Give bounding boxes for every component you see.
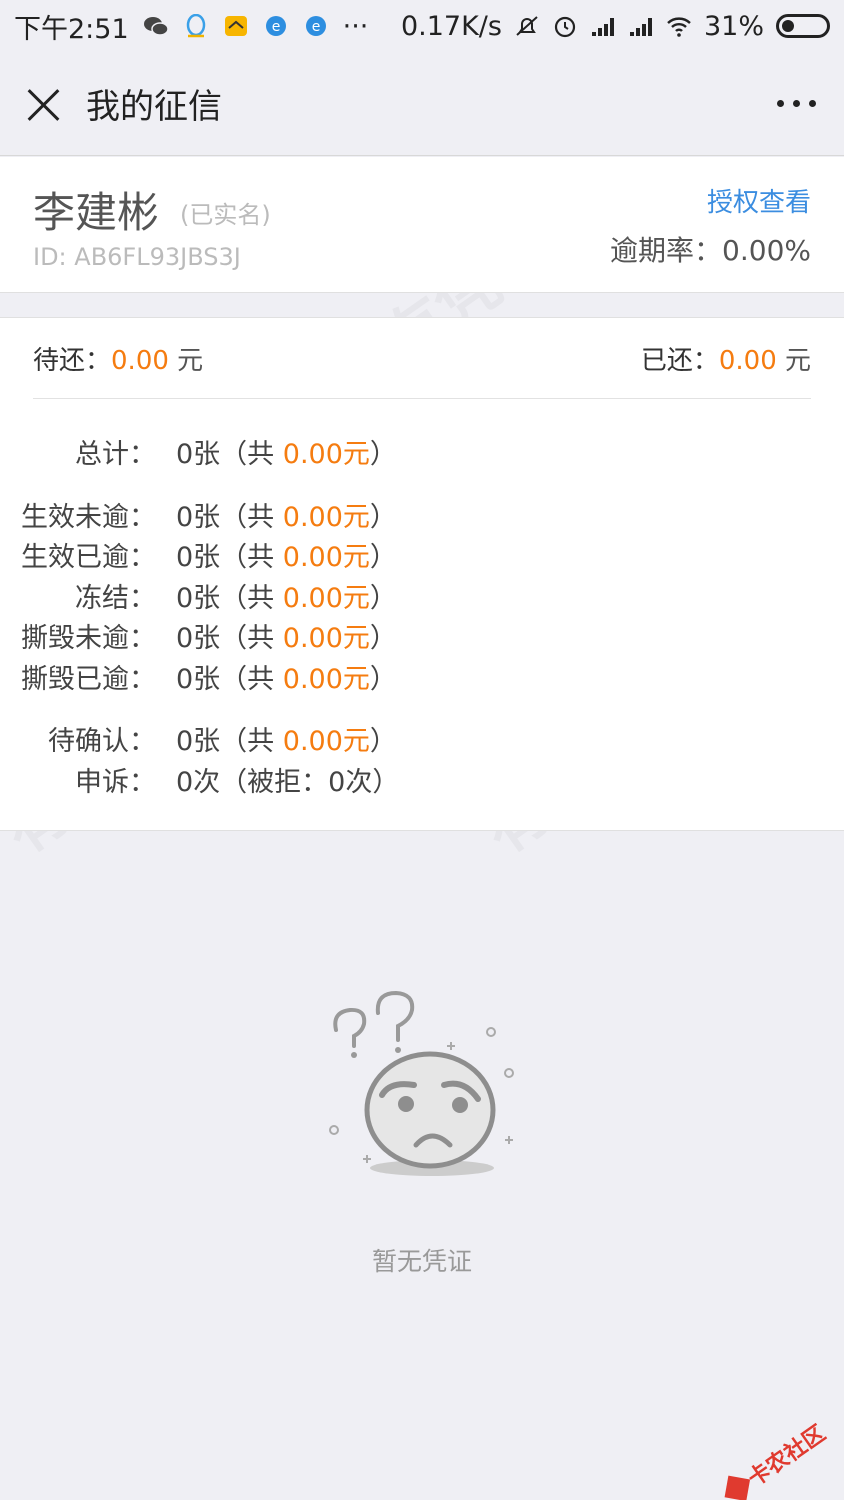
pending-unit: 元 xyxy=(168,346,204,376)
status-bar: 下午2:51 e e ··· 0.17K/s 31% xyxy=(0,0,844,52)
status-time: 下午2:51 xyxy=(14,13,129,45)
stat-label: 总计： xyxy=(75,439,156,470)
svg-text:e: e xyxy=(311,19,320,35)
mute-bell-icon xyxy=(516,16,538,36)
qq-icon xyxy=(186,14,205,38)
notification-icons: e e ··· xyxy=(143,10,369,42)
wifi-icon xyxy=(667,17,691,37)
paid-amount: 已还：0.00 元 xyxy=(641,340,811,377)
stat-row-frozen: 冻结： 0张（共 0.00元） xyxy=(0,576,844,614)
paid-label: 已还： xyxy=(640,346,719,376)
stat-value: 0张（共 0.00元） xyxy=(176,726,397,757)
paid-value: 0.00 xyxy=(718,346,777,376)
dot-icon xyxy=(777,100,784,107)
battery-percent: 31% xyxy=(703,10,764,42)
pending-value: 0.00 xyxy=(111,346,169,376)
signal-icon xyxy=(591,18,614,36)
logo-mark-icon xyxy=(724,1475,751,1500)
stat-label: 冻结： xyxy=(75,583,156,614)
community-logo: 卡农社区 xyxy=(719,1416,831,1500)
credit-summary: 待还：0.00 元 已还：0.00 元 总计： 0张（共 0.00元） 生效未逾… xyxy=(0,317,844,831)
authorize-view-link[interactable]: 授权查看 xyxy=(707,182,811,219)
stat-value: 0张（共 0.00元） xyxy=(176,623,397,654)
overdue-rate-value: 0.00% xyxy=(722,234,811,267)
dot-icon xyxy=(809,100,816,107)
nav-bar: 我的征信 xyxy=(0,52,844,156)
profile-card: 李建彬 (已实名) ID: AB6FL93JBS3J 授权查看 逾期率：0.00… xyxy=(0,157,844,293)
stat-label: 申诉： xyxy=(75,767,156,798)
page-title: 我的征信 xyxy=(86,87,222,127)
stat-label: 撕毁已逾： xyxy=(21,664,156,695)
overdue-rate-label: 逾期率： xyxy=(610,234,723,267)
confused-face-icon xyxy=(329,990,514,1176)
battery-icon xyxy=(776,14,830,38)
overdue-rate: 逾期率：0.00% xyxy=(610,229,811,269)
more-notifications: ··· xyxy=(342,10,369,42)
network-speed: 0.17K/s xyxy=(400,10,502,42)
verified-badge: (已实名) xyxy=(180,201,271,229)
mail-app-icon xyxy=(224,16,247,36)
stat-value: 0张（共 0.00元） xyxy=(176,583,397,614)
divider xyxy=(33,398,811,399)
pending-amount: 待还：0.00 元 xyxy=(33,340,203,377)
pending-label: 待还： xyxy=(33,346,112,376)
stat-label: 待确认： xyxy=(48,726,156,757)
close-button[interactable] xyxy=(24,84,64,124)
browser-icon: e xyxy=(265,16,286,36)
stat-row-torn-not-overdue: 撕毁未逾： 0张（共 0.00元） xyxy=(0,616,844,654)
stat-value: 0次（被拒：0次） xyxy=(176,767,400,798)
stat-value: 0张（共 0.00元） xyxy=(176,439,397,470)
stat-row-appeal: 申诉： 0次（被拒：0次） xyxy=(0,760,844,798)
stat-value: 0张（共 0.00元） xyxy=(176,664,397,695)
stat-row-active-not-overdue: 生效未逾： 0张（共 0.00元） xyxy=(0,495,844,533)
stat-label: 生效已逾： xyxy=(21,542,156,573)
stat-row-total: 总计： 0张（共 0.00元） xyxy=(0,432,844,470)
svg-text:e: e xyxy=(271,19,280,35)
stat-value: 0张（共 0.00元） xyxy=(176,502,397,533)
user-id: ID: AB6FL93JBS3J xyxy=(33,243,241,271)
empty-state-text: 暂无凭证 xyxy=(371,1247,472,1276)
stat-value: 0张（共 0.00元） xyxy=(176,542,397,573)
alarm-icon xyxy=(554,16,576,38)
signal-icon-2 xyxy=(629,18,652,36)
logo-text: 卡农社区 xyxy=(743,1421,831,1493)
stat-row-pending-confirm: 待确认： 0张（共 0.00元） xyxy=(0,719,844,757)
stat-label: 生效未逾： xyxy=(21,502,156,533)
stat-label: 撕毁未逾： xyxy=(21,623,156,654)
browser-icon-2: e xyxy=(305,16,326,36)
more-options-button[interactable] xyxy=(773,92,820,115)
stat-row-torn-overdue: 撕毁已逾： 0张（共 0.00元） xyxy=(0,657,844,695)
dot-icon xyxy=(793,100,800,107)
system-icons: 0.17K/s 31% xyxy=(401,11,830,42)
user-name: 李建彬 xyxy=(33,188,160,237)
wechat-icon xyxy=(143,17,169,36)
paid-unit: 元 xyxy=(776,346,811,376)
stat-row-active-overdue: 生效已逾： 0张（共 0.00元） xyxy=(0,535,844,573)
